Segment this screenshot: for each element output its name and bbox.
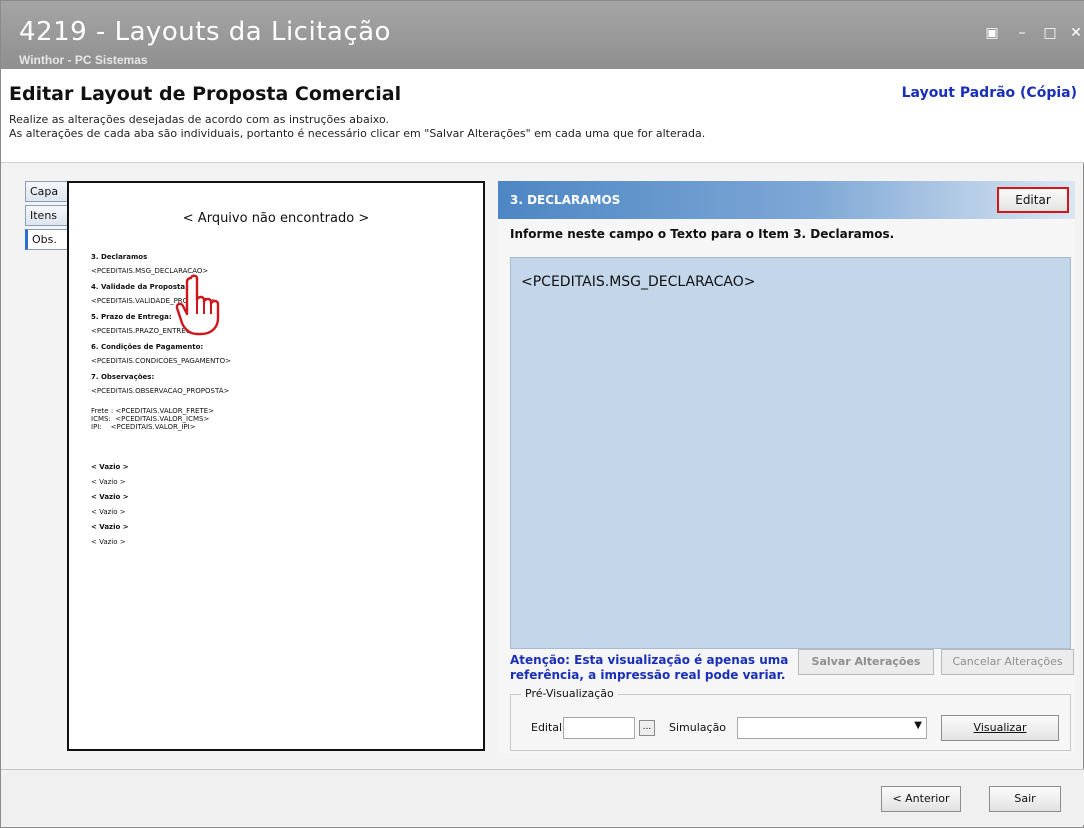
preview-line: <PCEDITAIS.CONDICOES_PAGAMENTO> [91,357,231,365]
preview-line: 3. Declaramos [91,253,148,261]
preview-group-legend: Pré-Visualização [521,687,618,700]
layout-name: Layout Padrão (Cópia) [901,85,1077,101]
restore-icon[interactable]: ▣ [983,25,1001,41]
title-bar: 4219 - Layouts da Licitação Winthor - PC… [1,1,1084,69]
maximize-icon[interactable]: □ [1041,25,1059,41]
app-window: 4219 - Layouts da Licitação Winthor - PC… [0,0,1084,828]
edit-button[interactable]: Editar [997,187,1069,213]
pointing-hand-icon [175,274,220,336]
preview-line: 5. Prazo de Entrega: [91,313,172,321]
cancel-changes-button[interactable]: Cancelar Alterações [941,649,1074,675]
preview-line: <PCEDITAIS.OBSERVACAO_PROPOSTA> [91,387,230,395]
tab-capa[interactable]: Capa [25,181,67,202]
simulacao-dropdown[interactable]: ▼ [737,717,927,739]
preview-line: 6. Condições de Pagamento: [91,343,204,351]
page-title: Editar Layout de Proposta Comercial [9,83,402,105]
tab-itens[interactable]: Itens [25,205,67,226]
section-title: 3. DECLARAMOS [510,193,621,207]
close-icon[interactable]: ✕ [1067,25,1084,41]
preview-line: < Vazio > [91,478,126,486]
simulacao-label: Simulação [669,721,727,734]
layout-preview: < Arquivo não encontrado > 3. Declaramos… [67,181,485,751]
edital-lookup-button[interactable]: ... [639,720,655,736]
preview-line: < Vazio > [91,493,129,501]
preview-line: < Vazio > [91,523,129,531]
window-title: 4219 - Layouts da Licitação [19,17,391,47]
file-not-found-text: < Arquivo não encontrado > [182,211,370,226]
preview-group: Pré-Visualização Edital ... Simulação ▼ … [510,687,1071,751]
attention-note: Atenção: Esta visualização é apenas uma … [510,653,789,682]
edit-panel: 3. DECLARAMOS Editar Informe neste campo… [498,181,1075,753]
section-prompt: Informe neste campo o Texto para o Item … [510,227,895,241]
instruction-line-2: As alterações de cada aba são individuai… [9,127,706,140]
chevron-down-icon: ▼ [914,720,922,731]
previous-button[interactable]: < Anterior [881,786,961,812]
instruction-line-1: Realize as alterações desejadas de acord… [9,113,390,126]
preview-line: 7. Observações: [91,373,155,381]
preview-line: ICMS: <PCEDITAIS.VALOR_ICMS> [91,415,210,423]
edital-label: Edital [531,721,563,734]
section-header: 3. DECLARAMOS Editar [498,181,1075,219]
preview-line: < Vazio > [91,508,126,516]
edital-input[interactable] [563,717,635,739]
preview-line: < Vazio > [91,463,129,471]
declaration-text-area[interactable]: <PCEDITAIS.MSG_DECLARACAO> [510,257,1071,649]
page-header: Editar Layout de Proposta Comercial Layo… [1,69,1084,163]
preview-line: < Vazio > [91,538,126,546]
window-subtitle: Winthor - PC Sistemas [19,53,148,67]
preview-line: Frete : <PCEDITAIS.VALOR_FRETE> [91,407,215,415]
tab-obs[interactable]: Obs. [25,229,67,250]
minimize-icon[interactable]: – [1013,25,1031,41]
save-changes-button[interactable]: Salvar Alterações [798,649,934,675]
preview-line: IPI: <PCEDITAIS.VALOR_IPI> [91,423,196,431]
footer-bar: < Anterior Sair [1,769,1084,825]
visualize-button[interactable]: Visualizar [941,715,1059,741]
exit-button[interactable]: Sair [989,786,1061,812]
